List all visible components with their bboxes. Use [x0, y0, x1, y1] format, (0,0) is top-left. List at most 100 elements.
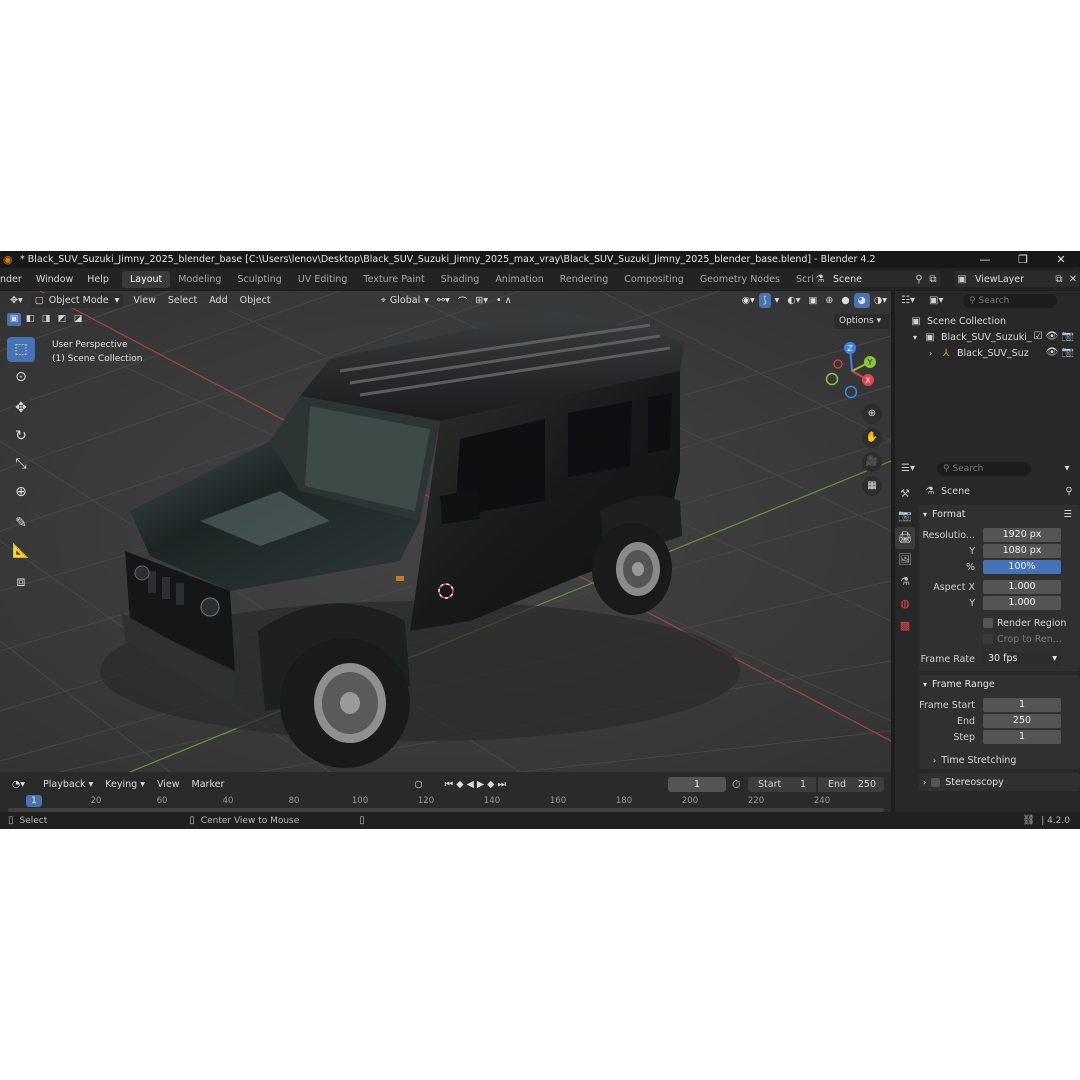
chevron-down-icon[interactable]: ▾: [1060, 463, 1074, 474]
visibility-icon[interactable]: ◉▾: [738, 293, 759, 308]
overlays-icon[interactable]: ◐▾: [783, 293, 804, 308]
rendered-shading-icon[interactable]: ◑▾: [870, 293, 891, 308]
remove-view-layer-icon[interactable]: ✕: [1066, 274, 1080, 285]
new-view-layer-icon[interactable]: ⧉: [1052, 274, 1066, 285]
eye-icon[interactable]: 👁: [1046, 331, 1059, 342]
camera-icon[interactable]: 📷: [1062, 331, 1074, 342]
add-cube-tool-icon[interactable]: ⧈: [7, 570, 35, 595]
material-preview-shading-icon[interactable]: ◕: [853, 293, 870, 308]
timeline-menu-view[interactable]: View: [151, 779, 186, 790]
aspect-y-field[interactable]: 1.000: [983, 596, 1061, 610]
pan-hand-icon[interactable]: ✋: [862, 428, 882, 448]
gizmo-dropdown-icon[interactable]: ▾: [771, 293, 784, 308]
3d-viewport[interactable]: ✥▾ ▢ Object Mode ▾ View Select Add Objec…: [0, 291, 891, 772]
start-frame-field[interactable]: Start 1: [748, 777, 816, 792]
outliner-row-collection[interactable]: ▾ ▣ Black_SUV_Suzuki_ ☑ 👁 📷: [895, 329, 1080, 345]
tool-tab-icon[interactable]: ⚒: [895, 483, 915, 505]
select-new-icon[interactable]: ▣: [7, 313, 21, 326]
camera-icon[interactable]: 📷: [1062, 347, 1074, 358]
wireframe-shading-icon[interactable]: ⊕: [821, 293, 837, 308]
auto-keying-icon[interactable]: ○: [410, 777, 426, 792]
navigation-gizmo[interactable]: Z Y X: [822, 341, 882, 401]
properties-search-input[interactable]: ⚲ Search: [937, 461, 1031, 476]
properties-editor-type-icon[interactable]: ☰▾: [901, 463, 915, 474]
frame-rate-dropdown[interactable]: 30 fps ▾: [983, 652, 1061, 666]
format-section-header[interactable]: ▾ Format ☰: [919, 505, 1080, 523]
snap-icon[interactable]: ⌒: [454, 293, 472, 308]
workspace-tab-sculpting[interactable]: Sculpting: [229, 271, 289, 288]
frame-start-field[interactable]: 1: [983, 698, 1061, 712]
select-intersect-icon[interactable]: ◪: [71, 313, 85, 326]
frame-range-section-header[interactable]: ▾ Frame Range: [919, 675, 1080, 693]
viewport-menu-view[interactable]: View: [127, 295, 162, 306]
timeline-editor-type-icon[interactable]: ◔▾: [8, 777, 29, 792]
prev-keyframe-icon[interactable]: ◆: [456, 779, 466, 790]
outliner-row-scene-collection[interactable]: ▣ Scene Collection: [895, 313, 1080, 329]
transform-tool-icon[interactable]: ⊕: [7, 480, 35, 505]
perspective-toggle-icon[interactable]: ▦: [862, 476, 882, 496]
select-subtract-icon[interactable]: ◨: [39, 313, 53, 326]
timeline-editor[interactable]: ◔▾ Playback ▾ Keying ▾ View Marker ○ ⏮ ◆ ◀…: [0, 772, 891, 816]
measure-tool-icon[interactable]: 📐: [7, 539, 35, 564]
viewport-options-button[interactable]: Options ▾: [834, 314, 890, 329]
playhead-frame-indicator[interactable]: 1: [26, 795, 42, 807]
aspect-x-field[interactable]: 1.000: [983, 580, 1061, 594]
texture-tab-icon[interactable]: ▩: [895, 615, 915, 637]
minimize-button[interactable]: —: [966, 251, 1004, 268]
close-button[interactable]: ✕: [1042, 251, 1080, 268]
select-invert-icon[interactable]: ◩: [55, 313, 69, 326]
select-extend-icon[interactable]: ◧: [23, 313, 37, 326]
cursor-tool-icon[interactable]: ⊙: [7, 365, 35, 390]
scene-tab-icon[interactable]: ⚗: [895, 571, 915, 593]
jump-end-icon[interactable]: ⏭: [497, 779, 509, 790]
scene-name[interactable]: Scene: [833, 274, 862, 285]
pivot-point-icon[interactable]: ⚯▾: [433, 293, 454, 308]
jump-start-icon[interactable]: ⏮: [445, 779, 457, 790]
presets-list-icon[interactable]: ☰: [1063, 509, 1072, 520]
gizmo-toggle-icon[interactable]: ⟆: [758, 293, 771, 308]
timeline-menu-keying[interactable]: Keying ▾: [99, 779, 151, 790]
workspace-tab-layout[interactable]: Layout: [121, 270, 171, 288]
select-box-tool-icon[interactable]: ⬚: [7, 337, 35, 362]
xray-icon[interactable]: ▣: [804, 293, 821, 308]
zoom-icon[interactable]: ⊕: [862, 404, 882, 424]
menu-help[interactable]: Help: [80, 274, 116, 285]
workspace-tab-geometry-nodes[interactable]: Geometry Nodes: [692, 271, 788, 288]
view-layer-name[interactable]: ViewLayer: [975, 274, 1024, 285]
crop-to-render-checkbox[interactable]: Crop to Ren...: [919, 631, 1080, 647]
timeline-menu-playback[interactable]: Playback ▾: [37, 779, 99, 790]
menu-window[interactable]: Window: [29, 274, 80, 285]
checkbox-icon[interactable]: [931, 777, 941, 787]
frame-end-field[interactable]: 250: [983, 714, 1061, 728]
new-scene-icon[interactable]: ⧉: [926, 274, 940, 285]
view-layer-tab-icon[interactable]: 🖼: [895, 549, 915, 571]
viewport-menu-object[interactable]: Object: [234, 295, 277, 306]
resolution-x-field[interactable]: 1920 px: [983, 528, 1061, 542]
timeline-menu-marker[interactable]: Marker: [186, 779, 231, 790]
view-layer-selector[interactable]: ▣ ViewLayer ⧉ ✕: [955, 271, 1080, 287]
render-region-checkbox[interactable]: Render Region: [919, 615, 1080, 631]
workspace-tab-shading[interactable]: Shading: [433, 271, 488, 288]
output-tab-icon[interactable]: 🖨: [895, 527, 915, 549]
outliner-row-object[interactable]: › ⅄ Black_SUV_Suz 👁 📷: [895, 345, 1080, 361]
workspace-tab-texture-paint[interactable]: Texture Paint: [355, 271, 432, 288]
expand-arrow-icon[interactable]: ›: [929, 349, 939, 358]
next-keyframe-icon[interactable]: ◆: [487, 779, 497, 790]
resolution-y-field[interactable]: 1080 px: [983, 544, 1061, 558]
scale-tool-icon[interactable]: ⤡: [7, 452, 35, 477]
resolution-percent-slider[interactable]: 100%: [983, 560, 1061, 574]
play-icon[interactable]: ▶: [477, 779, 487, 790]
frame-step-field[interactable]: 1: [983, 730, 1061, 744]
workspace-tab-uv-editing[interactable]: UV Editing: [290, 271, 356, 288]
transform-orientation-dropdown[interactable]: ⌖ Global ▾: [377, 293, 433, 308]
viewport-menu-select[interactable]: Select: [162, 295, 203, 306]
editor-type-icon[interactable]: ✥▾: [6, 293, 27, 308]
solid-shading-icon[interactable]: ●: [837, 293, 853, 308]
proportional-edit-icon[interactable]: • ∧: [492, 293, 516, 308]
world-tab-icon[interactable]: ◍: [895, 593, 915, 615]
outliner-search-input[interactable]: ⚲ Search: [963, 293, 1057, 308]
viewport-menu-add[interactable]: Add: [203, 295, 233, 306]
outliner-editor-type-icon[interactable]: ☷▾: [901, 295, 915, 306]
display-mode-icon[interactable]: ▣▾: [929, 295, 943, 306]
time-stretching-subpanel[interactable]: › Time Stretching: [919, 751, 1080, 769]
